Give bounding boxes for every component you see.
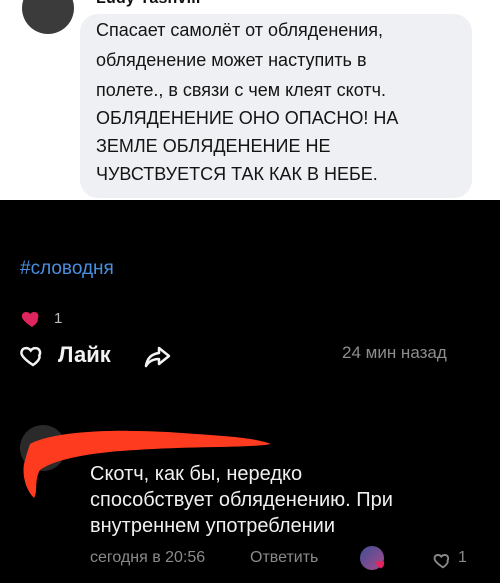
heart-outline-icon (20, 346, 42, 367)
share-icon[interactable] (141, 340, 173, 372)
comment-text-line: Скотч, как бы, нередко (90, 463, 303, 485)
author-name: Ludy Yashvili (96, 0, 201, 8)
avatar (22, 0, 74, 34)
heart-outline-icon[interactable] (432, 549, 454, 571)
heart-icon (375, 561, 385, 569)
comment-timestamp: сегодня в 20:56 (90, 549, 206, 566)
bubble-line: ЧУВСТВУЕТСЯ ТАК КАК В НЕБЕ. (96, 164, 378, 184)
comment-text-line: внутреннем употреблении (90, 515, 336, 537)
bubble-line: полете., в связи с чем клеят скотч. (96, 80, 386, 100)
comment-text-line: способствует обляденению. При (90, 489, 393, 511)
comment-likes-count: 1 (458, 549, 467, 566)
quoted-message-screenshot: Ludy Yashvili Спасает самолёт от обляден… (0, 0, 500, 200)
like-button[interactable]: Лайк (18, 340, 111, 370)
bubble-line: обляденение может наступить в (96, 50, 367, 70)
bubble-line: Спасает самолёт от обляденения, (96, 20, 384, 40)
reply-button[interactable]: Ответить (250, 549, 318, 567)
likes-count: 1 (54, 310, 63, 327)
hashtag-link[interactable]: #словодня (20, 258, 114, 280)
post-timestamp: 24 мин назад (342, 343, 447, 362)
bubble-line: ОБЛЯДЕНЕНИЕ ОНО ОПАСНО! НА (96, 108, 399, 128)
like-label: Лайк (58, 342, 111, 367)
heart-icon (21, 312, 39, 327)
bubble-line: ЗЕМЛЕ ОБЛЯДЕНЕНИЕ НЕ (96, 136, 331, 156)
